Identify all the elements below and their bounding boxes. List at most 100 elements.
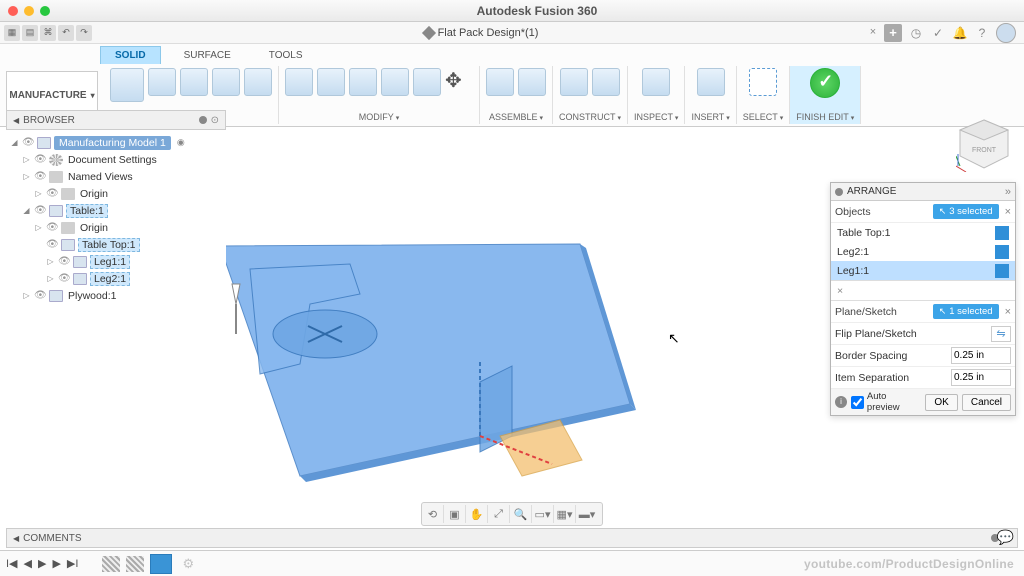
notifications-icon[interactable]: 🔔 xyxy=(952,25,968,41)
press-pull-icon[interactable] xyxy=(285,68,313,96)
timeline-feature-1[interactable] xyxy=(102,556,120,572)
tree-item[interactable]: ▷👁Leg2:1 xyxy=(6,270,226,287)
shell-icon[interactable] xyxy=(381,68,409,96)
close-window-icon[interactable] xyxy=(8,6,18,16)
pan-icon[interactable]: ✋ xyxy=(470,505,488,523)
tree-item[interactable]: ▷👁Named Views xyxy=(6,168,226,185)
collapse-icon[interactable]: ◀ xyxy=(13,116,19,125)
chat-bubble-icon[interactable]: 💬 xyxy=(997,529,1014,546)
timeline-play-icon[interactable]: ▶ xyxy=(38,557,46,570)
look-at-icon[interactable]: ▣ xyxy=(448,505,466,523)
item-separation-input[interactable] xyxy=(951,369,1011,386)
border-spacing-input[interactable] xyxy=(951,347,1011,364)
fit-icon[interactable]: 🔍 xyxy=(514,505,532,523)
insert-icon[interactable] xyxy=(697,68,725,96)
arrange-list-item[interactable]: Table Top:1 xyxy=(831,223,1015,242)
expand-icon[interactable]: » xyxy=(1005,186,1011,198)
grid-settings-icon[interactable]: ▦▾ xyxy=(558,505,576,523)
plane-icon[interactable] xyxy=(560,68,588,96)
measure-icon[interactable] xyxy=(642,68,670,96)
extensions-icon[interactable]: ◷ xyxy=(908,25,924,41)
browser-tree[interactable]: ◢👁 Manufacturing Model 1 ◉ ▷👁Document Se… xyxy=(6,130,226,308)
revolve-icon[interactable] xyxy=(180,68,208,96)
help-icon[interactable]: ? xyxy=(974,25,990,41)
tree-item[interactable]: ◢👁Table:1 xyxy=(6,202,226,219)
extrude-icon[interactable] xyxy=(148,68,176,96)
file-menu-icon[interactable]: ▤ xyxy=(22,25,38,41)
radio-icon[interactable]: ◉ xyxy=(177,137,185,148)
ok-button[interactable]: OK xyxy=(925,394,957,411)
tree-item[interactable]: ▷👁Plywood:1 xyxy=(6,287,226,304)
sweep-icon[interactable] xyxy=(212,68,240,96)
timeline-end-icon[interactable]: ▶I xyxy=(67,557,79,570)
inspect-label[interactable]: INSPECT xyxy=(634,112,678,124)
remove-item-row[interactable]: × xyxy=(831,281,1015,301)
tree-item[interactable]: ▷👁Origin xyxy=(6,185,226,202)
finish-edit-icon[interactable] xyxy=(810,68,840,98)
browser-options-icon[interactable] xyxy=(199,116,207,124)
arrange-header[interactable]: ARRANGE » xyxy=(831,183,1015,201)
undo-icon[interactable]: ↶ xyxy=(58,25,74,41)
auto-preview-checkbox[interactable]: Auto preview xyxy=(851,391,921,413)
flip-icon[interactable]: ⇋ xyxy=(991,326,1011,342)
sketch-icon[interactable] xyxy=(110,68,144,102)
zoom-icon[interactable]: ⤢ xyxy=(492,505,510,523)
timeline-next-icon[interactable]: ▶ xyxy=(52,557,60,570)
select-label[interactable]: SELECT xyxy=(743,112,783,124)
loft-icon[interactable] xyxy=(244,68,272,96)
auto-preview-input[interactable] xyxy=(851,396,864,409)
tree-item[interactable]: 👁Table Top:1 xyxy=(6,236,226,253)
document-tab[interactable]: Flat Pack Design*(1) xyxy=(96,27,866,39)
finish-label[interactable]: FINISH EDIT xyxy=(796,112,854,124)
browser-header[interactable]: ◀ BROWSER ⊙ xyxy=(6,110,226,130)
minimize-window-icon[interactable] xyxy=(24,6,34,16)
tree-item[interactable]: ▷👁Origin xyxy=(6,219,226,236)
plane-selection-chip[interactable]: 1 selected xyxy=(933,304,999,319)
tab-tools[interactable]: TOOLS xyxy=(254,46,318,64)
assemble-label[interactable]: ASSEMBLE xyxy=(489,112,543,124)
timeline-prev-icon[interactable]: ◀ xyxy=(24,557,32,570)
modify-label[interactable]: MODIFY xyxy=(359,112,399,124)
viewport-layout-icon[interactable]: ▬▾ xyxy=(580,505,598,523)
select-icon[interactable] xyxy=(749,68,777,96)
clear-objects-icon[interactable]: × xyxy=(1005,206,1011,218)
job-status-icon[interactable]: ✓ xyxy=(930,25,946,41)
tree-root[interactable]: ◢👁 Manufacturing Model 1 ◉ xyxy=(6,134,226,151)
combine-icon[interactable] xyxy=(413,68,441,96)
cancel-button[interactable]: Cancel xyxy=(962,394,1011,411)
arrange-list-item[interactable]: Leg2:1 xyxy=(831,242,1015,261)
grid-icon[interactable]: ▦ xyxy=(4,25,20,41)
maximize-window-icon[interactable] xyxy=(40,6,50,16)
collapse-comments-icon[interactable]: ◀ xyxy=(13,534,19,543)
axis-icon[interactable] xyxy=(592,68,620,96)
redo-icon[interactable]: ↷ xyxy=(76,25,92,41)
timeline-start-icon[interactable]: I◀ xyxy=(6,557,18,570)
pin-icon[interactable]: ⊙ xyxy=(211,115,219,126)
new-component-icon[interactable] xyxy=(486,68,514,96)
tree-item[interactable]: ▷👁Document Settings xyxy=(6,151,226,168)
panel-grip-icon[interactable] xyxy=(835,188,843,196)
info-icon[interactable]: i xyxy=(835,396,847,408)
construct-label[interactable]: CONSTRUCT xyxy=(559,112,621,124)
clear-plane-icon[interactable]: × xyxy=(1005,306,1011,318)
close-tab-icon[interactable]: × xyxy=(866,26,880,40)
timeline-feature-arrange[interactable] xyxy=(150,554,172,574)
tree-item[interactable]: ▷👁Leg1:1 xyxy=(6,253,226,270)
move-icon[interactable]: ✥ xyxy=(445,68,473,96)
joint-icon[interactable] xyxy=(518,68,546,96)
save-icon[interactable]: ⌘ xyxy=(40,25,56,41)
insert-label[interactable]: INSERT xyxy=(691,112,729,124)
orbit-icon[interactable]: ⟲ xyxy=(426,505,444,523)
user-avatar[interactable] xyxy=(996,23,1016,43)
fillet-icon[interactable] xyxy=(317,68,345,96)
new-tab-icon[interactable]: + xyxy=(884,24,902,42)
arrange-list-item[interactable]: Leg1:1 xyxy=(831,261,1015,280)
tab-surface[interactable]: SURFACE xyxy=(169,46,246,64)
view-cube[interactable]: FRONT xyxy=(956,116,1012,172)
manipulator-arrow-icon[interactable] xyxy=(232,284,240,304)
objects-selection-chip[interactable]: 3 selected xyxy=(933,204,999,219)
display-settings-icon[interactable]: ▭▾ xyxy=(536,505,554,523)
tab-solid[interactable]: SOLID xyxy=(100,46,161,64)
chamfer-icon[interactable] xyxy=(349,68,377,96)
timeline-feature-2[interactable] xyxy=(126,556,144,572)
